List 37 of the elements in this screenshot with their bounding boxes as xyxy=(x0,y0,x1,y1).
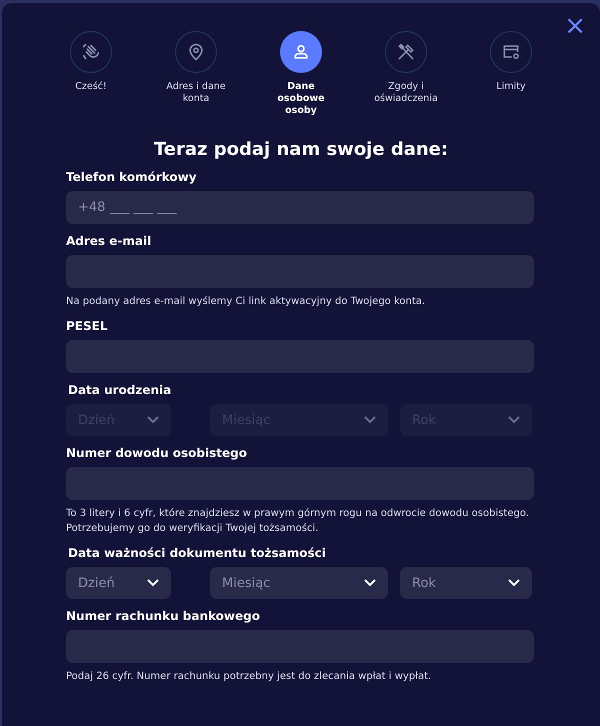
step-label: Adres i dane konta xyxy=(165,81,227,105)
input-field[interactable] xyxy=(66,340,534,373)
dropdown[interactable]: Miesiąc xyxy=(210,567,388,599)
chevron-down-icon xyxy=(147,416,159,424)
field-label: Numer rachunku bankowego xyxy=(66,609,261,623)
chevron-down-icon xyxy=(364,416,376,424)
country-code: +48 xyxy=(78,199,106,216)
field-label: PESEL xyxy=(66,319,108,333)
help-text: Podaj 26 cyfr. Numer rachunku potrzebny jest do zlecania wpłat i wypłat. xyxy=(66,670,432,684)
help-text: Na podany adres e-mail wyślemy Ci link aktywacyjny do Twojego konta. xyxy=(66,295,426,309)
input-field[interactable] xyxy=(66,255,534,288)
step-label: Limity xyxy=(495,81,527,93)
field-label: Numer dowodu osobistego xyxy=(66,446,248,460)
tools-icon xyxy=(396,42,416,62)
step-circle[interactable] xyxy=(280,31,322,73)
step-circle[interactable] xyxy=(70,31,112,73)
chevron-down-icon xyxy=(508,579,520,587)
step-label: Cześć! xyxy=(74,81,108,93)
dropdown[interactable]: Dzień xyxy=(66,567,171,599)
chevron-down-icon xyxy=(364,579,376,587)
step-label: Zgody i oświadczenia xyxy=(373,81,439,105)
close-button[interactable]: × xyxy=(564,13,586,39)
step-circle[interactable] xyxy=(175,31,217,73)
step-circle[interactable] xyxy=(490,31,532,73)
field-label: Telefon komórkowy xyxy=(66,170,198,184)
field-label: Data urodzenia xyxy=(67,383,172,397)
step-circle[interactable] xyxy=(385,31,427,73)
help-text: To 3 litery i 6 cyfr, które znajdziesz w prawym górnym rogu na odwrocie dowodu osobistego. Potrzebujemy go do weryfikacji Twojej tożsamości. xyxy=(66,507,530,536)
field-label: Data ważności dokumentu tożsamości xyxy=(67,546,327,560)
input-field[interactable] xyxy=(66,467,534,500)
input-field[interactable] xyxy=(66,630,534,663)
chevron-down-icon xyxy=(508,416,520,424)
chevron-down-icon xyxy=(147,579,159,587)
dropdown[interactable]: Rok xyxy=(400,567,532,599)
field-label: Adres e-mail xyxy=(66,234,152,248)
form-title: Teraz podaj nam swoje dane: xyxy=(152,139,450,160)
step-label: Dane osobowe osoby xyxy=(276,81,326,117)
